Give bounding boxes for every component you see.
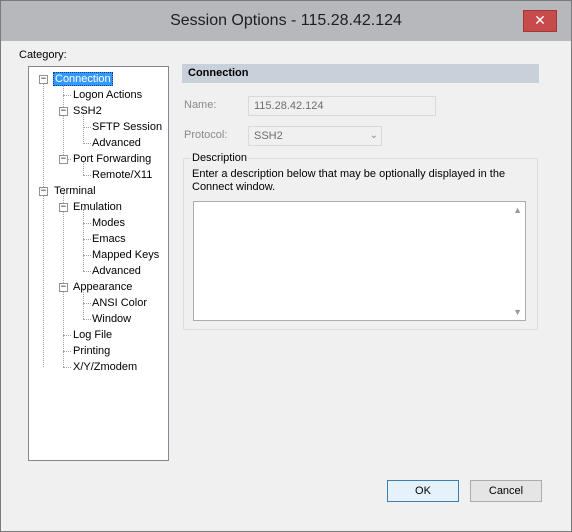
description-textarea[interactable]: ▲ ▼: [193, 201, 526, 321]
tree-item-ssh2[interactable]: SSH2: [72, 104, 103, 118]
tree-connector: [63, 335, 71, 336]
category-label: Category:: [19, 49, 67, 61]
tree-connector: [63, 81, 64, 159]
name-label: Name:: [184, 99, 217, 111]
window-title: Session Options - 115.28.42.124: [170, 12, 402, 29]
tree-connector: [63, 351, 71, 352]
tree-connector: [63, 193, 64, 367]
collapse-icon[interactable]: −: [59, 283, 68, 292]
tree-connector: [83, 175, 91, 176]
tree-connector: [83, 255, 91, 256]
tree-connector: [83, 319, 91, 320]
tree-item-sftp-session[interactable]: SFTP Session: [91, 120, 163, 134]
tree-item-modes[interactable]: Modes: [91, 216, 126, 230]
chevron-down-icon: ⌄: [369, 130, 378, 141]
tree-connector: [43, 79, 44, 191]
tree-item-ansi-color[interactable]: ANSI Color: [91, 296, 148, 310]
tree-connector: [63, 367, 71, 368]
tree-item-window[interactable]: Window: [91, 312, 132, 326]
protocol-select[interactable]: SSH2 ⌄: [248, 126, 382, 146]
tree-item-appearance[interactable]: Appearance: [72, 280, 133, 294]
tree-item-xyzmodem[interactable]: X/Y/Zmodem: [72, 360, 138, 374]
tree-connector: [83, 223, 91, 224]
tree-item-ssh2-advanced[interactable]: Advanced: [91, 136, 142, 150]
tree-connector: [83, 127, 91, 128]
title-bar[interactable]: Session Options - 115.28.42.124 ✕: [1, 1, 571, 41]
tree-item-terminal[interactable]: Terminal: [53, 184, 97, 198]
scroll-up-icon[interactable]: ▲: [513, 205, 522, 215]
close-button[interactable]: ✕: [523, 10, 557, 32]
tree-item-emacs[interactable]: Emacs: [91, 232, 127, 246]
tree-item-remote-x11[interactable]: Remote/X11: [91, 168, 153, 182]
tree-item-emulation[interactable]: Emulation: [72, 200, 123, 214]
collapse-icon[interactable]: −: [59, 107, 68, 116]
collapse-icon[interactable]: −: [39, 187, 48, 196]
collapse-icon[interactable]: −: [59, 155, 68, 164]
protocol-label: Protocol:: [184, 129, 228, 141]
tree-connector: [43, 193, 44, 367]
description-help-text: Enter a description below that may be op…: [192, 168, 506, 193]
tree-item-logon-actions[interactable]: Logon Actions: [72, 88, 143, 102]
tree-item-port-forwarding[interactable]: Port Forwarding: [72, 152, 152, 166]
tree-connector: [83, 271, 91, 272]
close-icon: ✕: [534, 12, 546, 28]
ok-button[interactable]: OK: [387, 480, 459, 502]
tree-item-connection[interactable]: Connection: [53, 72, 113, 86]
cancel-button[interactable]: Cancel: [470, 480, 542, 502]
tree-connector: [83, 209, 84, 271]
tree-item-log-file[interactable]: Log File: [72, 328, 113, 342]
collapse-icon[interactable]: −: [59, 203, 68, 212]
tree-connector: [83, 239, 91, 240]
tree-item-mapped-keys[interactable]: Mapped Keys: [91, 248, 160, 262]
tree-item-printing[interactable]: Printing: [72, 344, 111, 358]
tree-connector: [83, 143, 91, 144]
scroll-down-icon[interactable]: ▼: [513, 307, 522, 317]
collapse-icon[interactable]: −: [39, 75, 48, 84]
tree-connector: [83, 303, 91, 304]
description-group-title: Description: [191, 152, 249, 164]
panel-header: Connection: [182, 64, 539, 83]
tree-item-emulation-advanced[interactable]: Advanced: [91, 264, 142, 278]
protocol-value: SSH2: [254, 130, 283, 142]
tree-connector: [63, 95, 71, 96]
category-tree[interactable]: − − − − − − Connection Logon Actions SSH…: [28, 66, 169, 461]
name-field[interactable]: 115.28.42.124: [248, 96, 436, 116]
